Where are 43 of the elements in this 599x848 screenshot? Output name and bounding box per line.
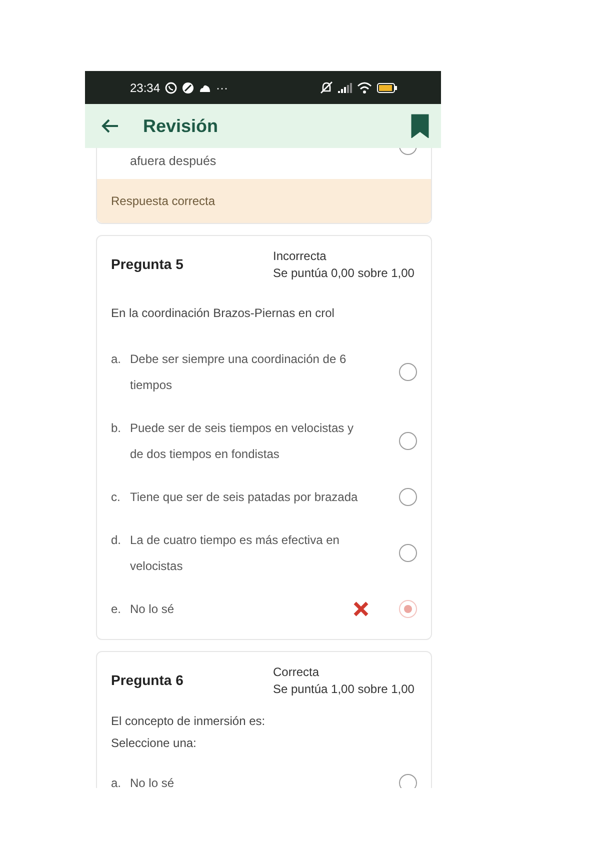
option-letter: e. [111, 600, 122, 618]
option-text: No lo sé [130, 600, 176, 618]
page-title: Revisión [143, 114, 218, 138]
question-grade: Se puntúa 0,00 sobre 1,00 [273, 264, 414, 282]
question-title: Pregunta 5 [111, 255, 184, 274]
radio-button[interactable] [399, 432, 417, 450]
signal-icon [338, 82, 352, 92]
back-arrow-icon [101, 118, 119, 134]
option-text: La de cuatro tiempo es más efectiva en velocistas [130, 532, 340, 575]
radio-button[interactable] [399, 774, 417, 788]
question-title: Pregunta 6 [111, 671, 184, 690]
circle-icon [182, 82, 194, 94]
wifi-icon [357, 82, 372, 94]
feedback-message: Respuesta correcta [97, 178, 431, 223]
question-status: Correcta [273, 664, 320, 681]
radio-button[interactable] [399, 488, 417, 506]
cloud-icon [199, 84, 212, 92]
question-text: El concepto de inmersión es: [111, 712, 266, 730]
chat-icon [165, 82, 178, 94]
bookmark-icon [411, 114, 429, 138]
question-text: En la coordinación Brazos-Piernas en crol [111, 304, 336, 322]
question-status: Incorrecta [273, 248, 328, 265]
option-letter: b. [111, 420, 122, 437]
radio-button[interactable] [399, 544, 417, 562]
radio-button[interactable] [399, 362, 417, 381]
question-grade: Se puntúa 1,00 sobre 1,00 [273, 680, 414, 698]
option-text: Tiene que ser de seis patadas por brazada [130, 488, 359, 506]
option-letter: a. [111, 774, 122, 788]
option-letter: a. [111, 350, 122, 368]
option-text: Puede ser de seis tiempos en velocistas y de dos tiempos en fondistas [130, 420, 354, 463]
back-button[interactable] [101, 118, 119, 134]
muted-bell-icon [320, 81, 333, 94]
bookmark-button[interactable] [411, 114, 429, 138]
question-text: Seleccione una: [111, 734, 198, 752]
option-letter: d. [111, 532, 122, 549]
radio-button[interactable] [399, 600, 417, 618]
option-text: afuera después [130, 153, 218, 170]
option-text: No lo sé [130, 774, 176, 788]
option-letter: c. [111, 488, 122, 506]
clock-time: 23:34 [130, 80, 160, 96]
more-dots: ··· [216, 80, 228, 96]
battery-icon [377, 82, 397, 92]
option-text: Debe ser siempre una coordinación de 6 tiempos [130, 350, 348, 394]
